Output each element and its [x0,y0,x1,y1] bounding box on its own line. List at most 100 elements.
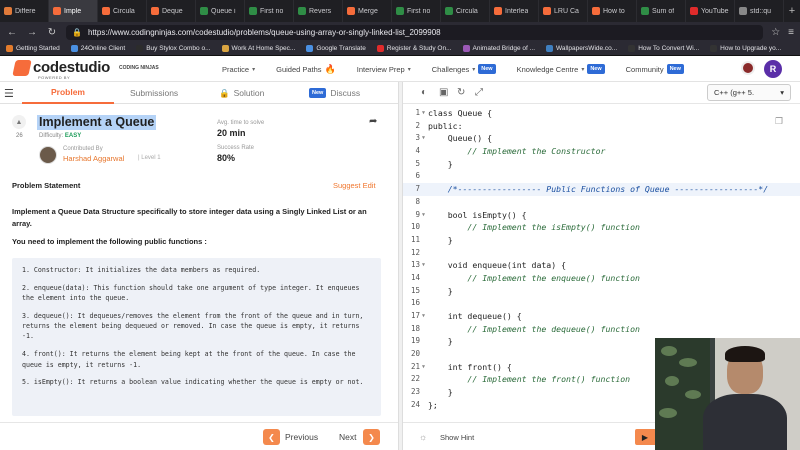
hamburger-menu-icon[interactable]: ☰ [4,87,14,100]
user-initial: R [769,64,777,74]
reset-icon[interactable]: ↻ [457,87,465,98]
address-bar[interactable]: 🔒 https://www.codingninjas.com/codestudi… [66,24,764,40]
tab-solution[interactable]: 🔒 Solution [219,82,264,104]
menu-item[interactable]: Interview Prep ▾ [357,65,411,74]
code-line[interactable]: 11 } [403,234,800,247]
fold-arrow-icon[interactable]: ▼ [422,132,425,145]
browser-tab[interactable]: How to [588,0,637,22]
bookmark-label: 24Online Client [80,45,126,52]
browser-tab[interactable]: Revers [294,0,343,22]
code-line[interactable]: 7 /*----------------- Public Functions o… [403,183,800,196]
tab-favicon-icon [592,7,600,15]
language-select[interactable]: C++ (g++ 5. ▾ [707,84,791,101]
function-item: 5. isEmpty(): It returns a boolean value… [22,378,364,387]
previous-arrow-icon[interactable]: ❮ [263,429,280,445]
suggest-edit-link[interactable]: Suggest Edit [333,181,376,190]
line-number: 23 [410,387,420,397]
save-icon[interactable]: ▣ [439,87,448,98]
menu-item[interactable]: Challenges ▾ New [432,64,496,74]
run-button[interactable]: ▶ [635,429,655,445]
back-icon[interactable]: ← [6,27,18,38]
theme-toggle-icon[interactable]: ◐ [421,87,427,98]
bookmark-item[interactable]: Work At Home Spec... [221,45,295,52]
next-arrow-icon[interactable]: ❯ [363,429,380,445]
browser-menu-icon[interactable]: ≡ [788,27,794,38]
next-button[interactable]: Next [339,432,356,442]
bookmark-item[interactable]: Getting Started [6,45,60,52]
bookmark-item[interactable]: How To Convert Wi... [628,45,699,52]
code-line[interactable]: 10 // Implement the isEmpty() function [403,221,800,234]
browser-tab[interactable]: Queue i [196,0,245,22]
new-badge: New [478,64,496,74]
menu-item[interactable]: Knowledge Centre ▾ New [517,64,605,74]
code-line[interactable]: 5 } [403,158,800,171]
bookmark-item[interactable]: Buy Stylox Combo o... [136,45,211,52]
browser-tab[interactable]: First no [245,0,294,22]
browser-tab[interactable]: Circula [98,0,147,22]
code-line[interactable]: 15 } [403,285,800,298]
notification-avatar[interactable] [741,61,755,75]
browser-tab[interactable]: Deque [147,0,196,22]
browser-tab[interactable]: LRU Ca [539,0,588,22]
contributed-by-label: Contributed By [63,146,103,152]
browser-tab-label: First no [407,7,431,15]
code-line[interactable]: 3 ▼ Queue() { [403,132,800,145]
tab-discuss[interactable]: New Discuss [309,82,360,104]
browser-tab[interactable]: Merge [343,0,392,22]
code-line[interactable]: 4 // Implement the Constructor [403,145,800,158]
bookmark-item[interactable]: WallpapersWide.co... [546,45,617,52]
code-line[interactable]: 9 ▼ bool isEmpty() { [403,209,800,222]
show-hint-button[interactable]: Show Hint [440,433,474,442]
author-name-link[interactable]: Harshad Aggarwal [63,154,124,163]
tab-favicon-icon [494,7,502,15]
menu-item[interactable]: Guided Paths 🔥 [276,64,336,75]
bookmark-item[interactable]: How to Upgrade yo... [710,45,781,52]
fold-arrow-icon[interactable]: ▼ [422,310,425,323]
new-tab-icon[interactable]: + [784,5,800,17]
share-icon[interactable]: ➦ [369,116,377,127]
menu-item[interactable]: Practice ▾ [222,65,255,74]
browser-tab[interactable]: YouTube [686,0,735,22]
codestudio-logo[interactable]: codestudio CODING NINJAS POWERED BY [12,59,159,80]
code-line[interactable]: 8 [403,196,800,209]
forward-icon[interactable]: → [26,27,38,38]
code-text: // Implement the Constructor [428,146,606,157]
fullscreen-icon[interactable]: ⤢ [475,87,483,98]
play-icon: ▶ [641,432,649,442]
code-line[interactable]: 16 [403,297,800,310]
tab-problem[interactable]: Problem [22,82,114,104]
browser-tab[interactable]: Interlea [490,0,539,22]
code-line[interactable]: 13 ▼ void enqueue(int data) { [403,259,800,272]
code-line[interactable]: 1 ▼ class Queue { [403,107,800,120]
success-rate-label: Success Rate [217,145,255,151]
fold-arrow-icon[interactable]: ▼ [422,259,425,272]
bookmark-item[interactable]: Google Translate [306,45,366,52]
code-line[interactable]: 17 ▼ int dequeue() { [403,310,800,323]
menu-item[interactable]: Community New [626,64,684,74]
browser-tab[interactable]: Circula [441,0,490,22]
bookmark-star-icon[interactable]: ☆ [771,27,780,38]
user-avatar[interactable]: R [764,60,782,78]
fold-arrow-icon[interactable]: ▼ [422,107,425,120]
browser-tab[interactable]: Imple [49,0,98,22]
line-number: 1 [415,108,420,117]
code-line[interactable]: 6 [403,170,800,183]
browser-tab[interactable]: std::qu [735,0,784,22]
code-line[interactable]: 14 // Implement the enqueue() function [403,272,800,285]
fold-arrow-icon[interactable]: ▼ [422,209,425,222]
bookmark-item[interactable]: Animated Bridge of ... [462,45,535,52]
code-line[interactable]: 12 [403,247,800,260]
code-line[interactable]: 18 // Implement the dequeue() function [403,323,800,336]
fold-arrow-icon[interactable]: ▼ [422,361,425,374]
previous-button[interactable]: Previous [285,432,318,442]
reload-icon[interactable]: ↻ [46,27,58,38]
problem-title: Implement a Queue [37,115,157,130]
code-line[interactable]: 2 public: [403,120,800,133]
browser-tab[interactable]: Differe [0,0,49,22]
tab-submissions[interactable]: Submissions [130,82,178,104]
browser-tab[interactable]: First no [392,0,441,22]
browser-tab[interactable]: Sum of [637,0,686,22]
upvote-button[interactable]: ▲ [12,115,26,129]
bookmark-item[interactable]: Register & Study On... [376,45,452,52]
bookmark-item[interactable]: 24Online Client [70,45,126,52]
